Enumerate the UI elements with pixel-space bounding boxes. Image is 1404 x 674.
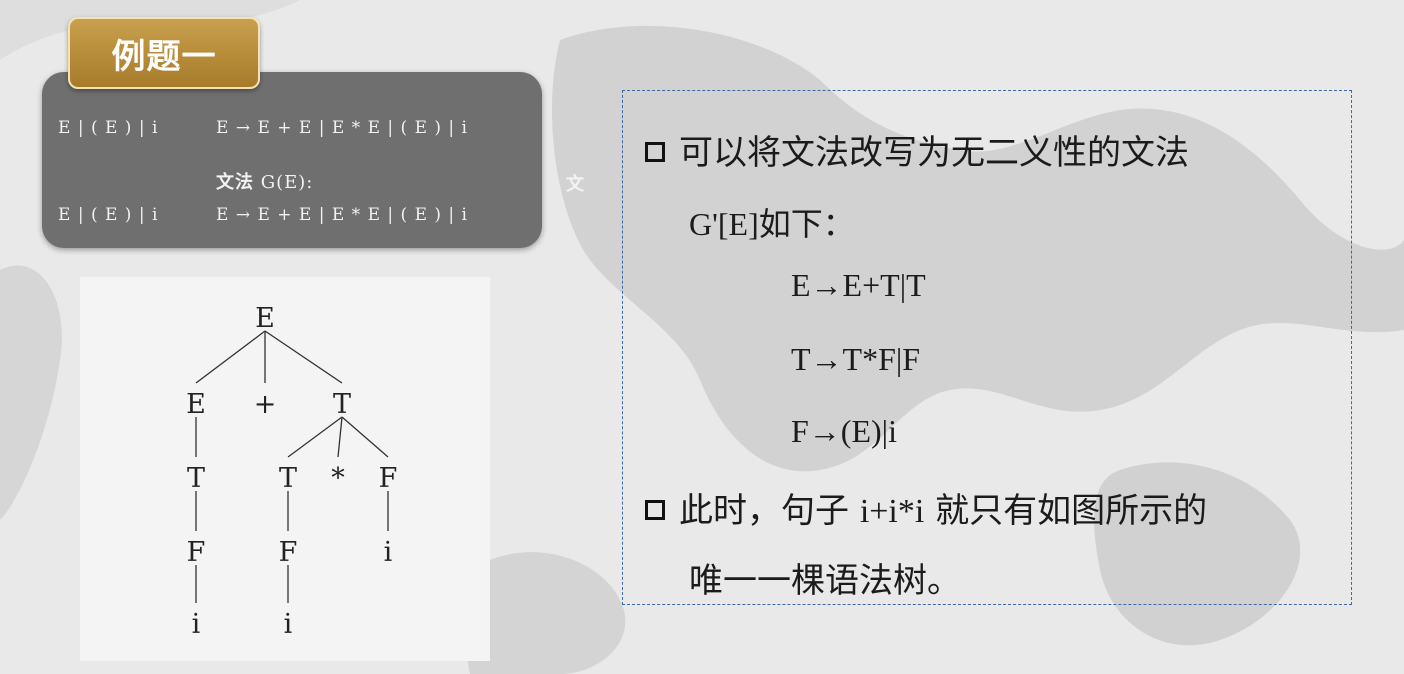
tree-node-i3: i	[384, 537, 393, 568]
sentence-symbol: i+i*i	[859, 493, 925, 530]
grammar-title: 文法 G(E):	[216, 168, 313, 194]
line-4: 唯一一棵语法树。	[689, 561, 961, 601]
tree-node-F1: F	[187, 537, 206, 568]
line-3-text-b: 就只有如图所示的	[924, 491, 1208, 531]
tree-node-F3: F	[379, 463, 398, 494]
tree-edge-T1-star	[337, 416, 343, 458]
tree-node-i2: i	[284, 609, 293, 640]
grammar-rule-2: E → E + E | E * E | ( E ) | i	[216, 205, 468, 225]
tree-edge-T1-F3	[341, 416, 389, 458]
grammar-rule-1: E → E + E | E * E | ( E ) | i	[216, 118, 468, 138]
bullet-line-1: 可以将文法改写为无二义性的文法	[645, 125, 1189, 174]
production-rule-2: T→T*F|F	[791, 341, 921, 377]
grammar-title-sym: G(E):	[260, 172, 314, 193]
checkbox-bullet-icon	[645, 500, 665, 520]
parse-tree-card: E E + T T T * F F Fi i i	[80, 277, 490, 661]
bullet-line-2: G'[E]如下：	[689, 199, 855, 245]
grammar-fragment-left-1: E | ( E ) | i	[58, 118, 159, 138]
tree-edge-root-E1	[195, 330, 266, 384]
tree-edge-root-T1	[264, 330, 343, 384]
tree-node-T2: T	[187, 463, 205, 494]
production-rule-3: F→(E)|i	[791, 413, 897, 449]
background-fragment-1: 文	[566, 174, 584, 195]
tree-node-star: *	[331, 463, 345, 494]
tree-edge-T1-T3	[287, 416, 343, 458]
grammar-fragment-left-2: E | ( E ) | i	[58, 205, 159, 225]
grammar-title-cn: 文法	[216, 172, 254, 193]
tree-node-T3: T	[279, 463, 297, 494]
line-2-text: 如下：	[758, 205, 855, 243]
grammar-name: G'[E]	[689, 206, 759, 242]
explanation-box: 可以将文法改写为无二义性的文法 G'[E]如下： E→E+T|T T→T*F|F…	[622, 90, 1352, 605]
tree-node-F2: F	[279, 537, 298, 568]
tree-node-root: E	[255, 303, 275, 334]
bullet-line-3: 此时，句子 i+i*i 就只有如图所示的	[645, 483, 1207, 532]
line-3-text-a: 此时，句子	[679, 491, 860, 531]
production-rule-1: E→E+T|T	[791, 267, 926, 303]
line-1-text: 可以将文法改写为无二义性的文法	[679, 133, 1189, 173]
tree-node-T1: T	[333, 389, 351, 420]
tree-node-E1: E	[186, 389, 206, 420]
grammar-panel: E | ( E ) | i E → E + E | E * E | ( E ) …	[42, 72, 542, 248]
parse-tree: E E + T T T * F F Fi i i	[186, 303, 398, 640]
checkbox-bullet-icon	[645, 142, 665, 162]
tree-node-i1: i	[192, 609, 201, 640]
tree-node-plus: +	[254, 389, 277, 420]
example-badge: 例题一	[68, 17, 260, 89]
